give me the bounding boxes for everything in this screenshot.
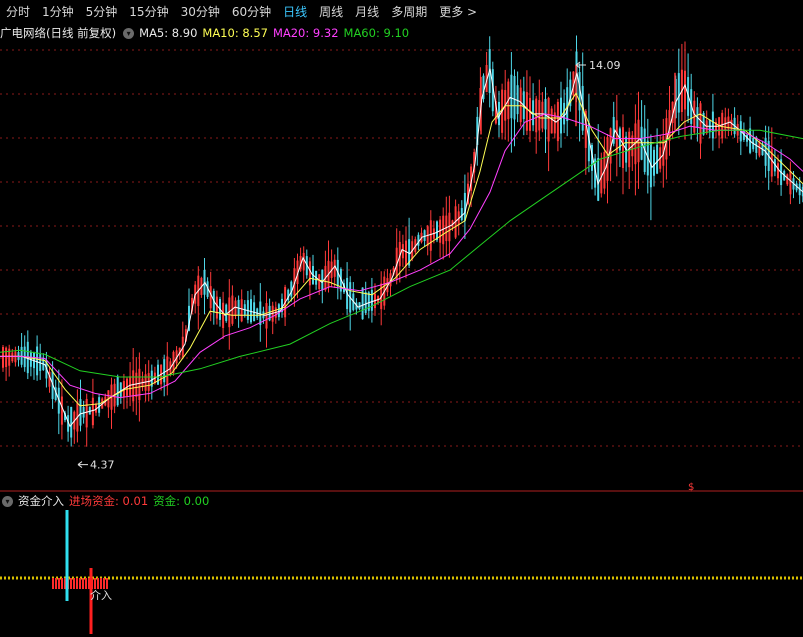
fund-cyan-bar xyxy=(65,510,69,601)
candle-body xyxy=(550,108,553,134)
candle-body xyxy=(417,234,420,246)
candle-body xyxy=(302,252,305,271)
candle-body xyxy=(20,346,23,365)
candle-body xyxy=(234,300,237,316)
high-price-label: 14.09 xyxy=(589,59,621,72)
candle-body xyxy=(786,174,789,185)
candle-body xyxy=(656,144,659,174)
candle-body xyxy=(463,192,466,221)
candle-body xyxy=(116,376,119,406)
candle-body xyxy=(36,346,39,376)
entry-band-bar xyxy=(106,578,108,589)
dollar-marker-icon: $ xyxy=(688,482,694,493)
entry-band-bar xyxy=(70,578,72,589)
candle-body xyxy=(405,240,407,266)
candle-body xyxy=(758,141,761,156)
low-marker-arrow xyxy=(77,461,88,468)
candle-body xyxy=(653,149,655,176)
candle-body xyxy=(132,370,135,402)
low-price-label: 4.37 xyxy=(90,459,115,472)
candle-body xyxy=(91,397,94,426)
entry-band-bar xyxy=(82,578,84,589)
candle-body xyxy=(525,92,528,131)
entry-marker-label: 介入 xyxy=(90,589,112,602)
entry-band-bar xyxy=(55,578,57,589)
candle-body xyxy=(240,299,243,322)
candle-body xyxy=(777,163,779,179)
candle-body xyxy=(516,85,519,115)
kline-chart[interactable]: 14.09 4.37 $ 介入 xyxy=(0,0,803,637)
entry-band-bar xyxy=(97,578,99,589)
candle-body xyxy=(538,100,541,131)
candle-body xyxy=(361,287,364,320)
candle-body xyxy=(5,347,8,368)
candle-body xyxy=(250,299,252,323)
ma-line-ma5 xyxy=(0,68,803,428)
candle-body xyxy=(321,269,324,291)
candle-body xyxy=(85,398,88,428)
candle-body xyxy=(699,103,702,144)
candle-body xyxy=(259,301,262,325)
candle-body xyxy=(98,397,101,413)
candle-body xyxy=(60,396,63,425)
candle-body xyxy=(622,127,624,169)
candle-body xyxy=(333,259,336,277)
candle-body xyxy=(460,208,463,221)
candle-body xyxy=(519,87,522,123)
entry-band-bar xyxy=(85,578,87,589)
candle-body xyxy=(736,123,739,136)
candle-body xyxy=(429,220,432,251)
candle-body xyxy=(2,347,4,368)
entry-band-bar xyxy=(73,578,75,589)
candle-body xyxy=(513,75,516,120)
candle-body xyxy=(290,281,293,297)
entry-band-bar xyxy=(52,578,54,589)
candle-body xyxy=(70,406,73,438)
candle-body xyxy=(163,359,166,383)
candle-body xyxy=(364,292,367,314)
candle-body xyxy=(222,302,225,329)
entry-band-bar xyxy=(103,578,105,589)
entry-band-bar xyxy=(76,578,78,589)
ma-line-ma60 xyxy=(0,129,803,378)
ma-line-ma20 xyxy=(0,113,803,399)
entry-band-bar xyxy=(61,578,63,589)
candle-body xyxy=(705,120,708,134)
candle-body xyxy=(370,289,373,311)
candle-body xyxy=(566,87,569,122)
candle-body xyxy=(209,286,212,309)
candle-body xyxy=(79,399,82,426)
candle-body xyxy=(82,406,85,418)
entry-band-bar xyxy=(58,578,60,589)
candle-body xyxy=(721,112,724,139)
entry-band-bar xyxy=(79,578,81,589)
candle-body xyxy=(547,97,550,142)
candle-body xyxy=(510,74,513,119)
candle-body xyxy=(265,303,268,329)
candle-body xyxy=(684,70,686,110)
candle-body xyxy=(308,261,311,286)
candle-body xyxy=(423,230,426,241)
candle-body xyxy=(277,304,280,318)
candle-body xyxy=(711,111,714,139)
candle-body xyxy=(215,296,218,319)
candle-body xyxy=(135,372,138,397)
candle-body xyxy=(14,351,17,363)
candle-body xyxy=(529,97,531,131)
entry-band-bar xyxy=(100,578,102,589)
candle-body xyxy=(789,171,792,195)
candle-body xyxy=(119,382,122,397)
candle-body xyxy=(401,244,404,259)
candle-body xyxy=(677,73,680,113)
candle-body xyxy=(138,368,141,401)
entry-band-bar xyxy=(94,578,96,589)
candle-body xyxy=(318,274,321,290)
candle-body xyxy=(225,304,228,321)
